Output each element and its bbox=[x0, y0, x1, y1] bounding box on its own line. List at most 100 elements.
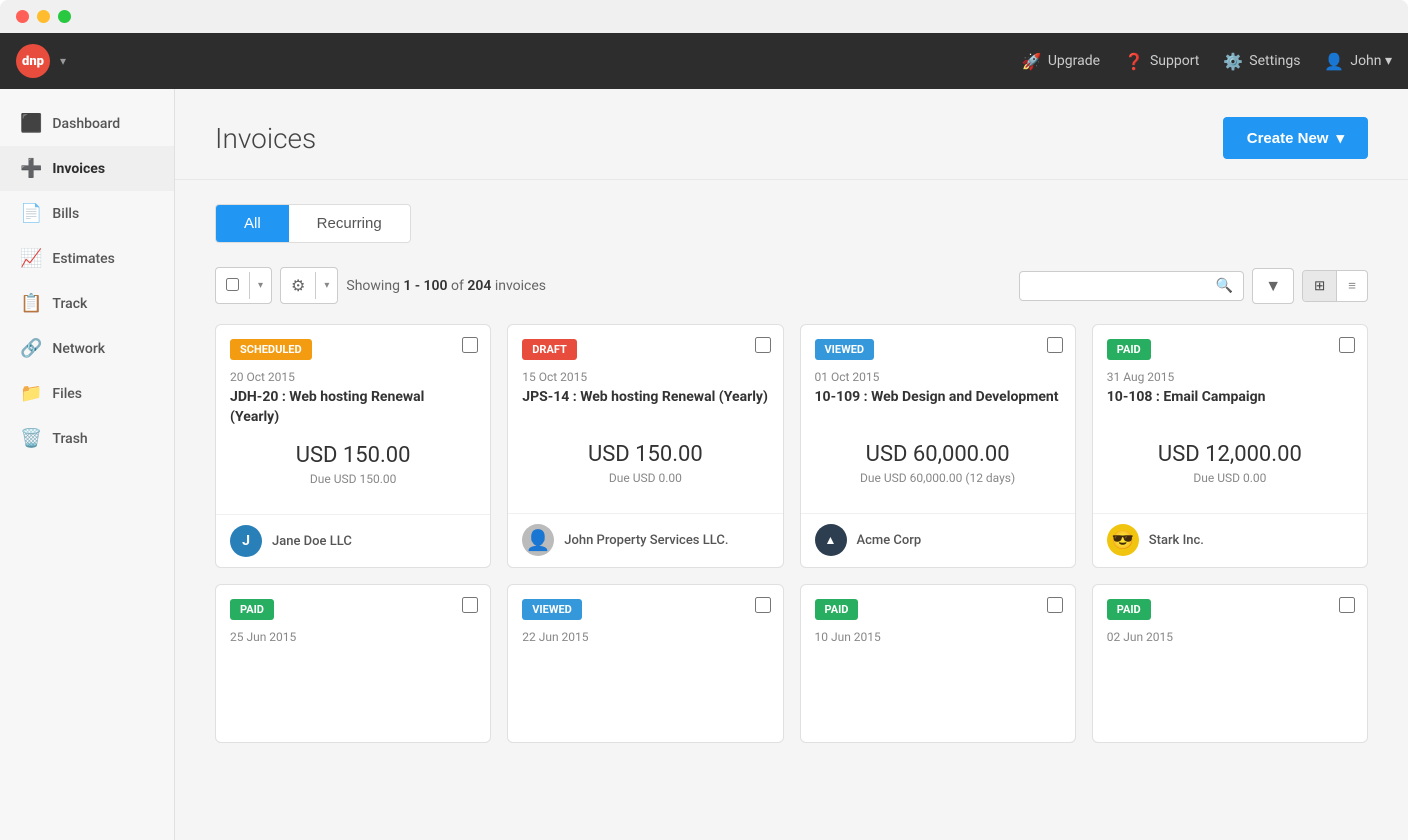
minimize-button[interactable] bbox=[37, 10, 50, 23]
avatar: 😎 bbox=[1107, 524, 1139, 556]
sidebar-label-track: Track bbox=[52, 296, 87, 312]
card-checkbox-wrapper bbox=[755, 337, 771, 357]
sidebar-item-invoices[interactable]: ➕ Invoices bbox=[0, 146, 174, 191]
client-name: Acme Corp bbox=[857, 533, 922, 548]
topbar: dnp ▾ 🚀 Upgrade ❓ Support ⚙️ Settings 👤 … bbox=[0, 33, 1408, 89]
card-checkbox-wrapper bbox=[755, 597, 771, 617]
list-view-button[interactable]: ≡ bbox=[1336, 271, 1367, 301]
status-badge: VIEWED bbox=[815, 339, 875, 360]
card-checkbox[interactable] bbox=[755, 597, 771, 613]
showing-of: of bbox=[451, 278, 467, 294]
settings-nav-item[interactable]: ⚙️ Settings bbox=[1223, 52, 1300, 71]
card-checkbox-wrapper bbox=[1047, 337, 1063, 357]
content-area: Invoices Create New ▾ All Recurring bbox=[175, 89, 1408, 840]
create-new-button[interactable]: Create New ▾ bbox=[1223, 117, 1368, 159]
maximize-button[interactable] bbox=[58, 10, 71, 23]
card-checkbox[interactable] bbox=[1339, 337, 1355, 353]
sidebar-item-dashboard[interactable]: ⬛ Dashboard bbox=[0, 101, 174, 146]
invoice-card[interactable]: SCHEDULED 20 Oct 2015 JDH-20 : Web hosti… bbox=[215, 324, 491, 568]
close-button[interactable] bbox=[16, 10, 29, 23]
card-checkbox-wrapper bbox=[462, 597, 478, 617]
card-title: JDH-20 : Web hosting Renewal (Yearly) bbox=[230, 388, 476, 427]
create-new-label: Create New bbox=[1247, 130, 1329, 147]
card-checkbox[interactable] bbox=[1047, 337, 1063, 353]
invoice-card[interactable]: VIEWED 01 Oct 2015 10-109 : Web Design a… bbox=[800, 324, 1076, 568]
status-badge: PAID bbox=[1107, 339, 1151, 360]
card-date: 10 Jun 2015 bbox=[815, 630, 1061, 644]
invoice-card[interactable]: PAID 02 Jun 2015 bbox=[1092, 584, 1368, 743]
card-amount: USD 150.00 bbox=[522, 442, 768, 467]
sidebar: ⬛ Dashboard ➕ Invoices 📄 Bills 📈 Estimat… bbox=[0, 89, 175, 840]
card-client: J Jane Doe LLC bbox=[216, 514, 490, 567]
sidebar-label-dashboard: Dashboard bbox=[52, 116, 120, 132]
search-box[interactable]: 🔍 bbox=[1019, 271, 1244, 301]
card-amount: USD 60,000.00 bbox=[815, 442, 1061, 467]
invoice-card[interactable]: PAID 10 Jun 2015 bbox=[800, 584, 1076, 743]
filter-button[interactable]: ▼ bbox=[1252, 268, 1294, 304]
invoice-card[interactable]: PAID 25 Jun 2015 bbox=[215, 584, 491, 743]
upgrade-label: Upgrade bbox=[1048, 53, 1100, 69]
gear-icon[interactable]: ⚙ bbox=[281, 268, 315, 303]
sidebar-item-track[interactable]: 📋 Track bbox=[0, 281, 174, 326]
showing-suffix: invoices bbox=[495, 278, 546, 294]
card-checkbox[interactable] bbox=[1339, 597, 1355, 613]
main-layout: ⬛ Dashboard ➕ Invoices 📄 Bills 📈 Estimat… bbox=[0, 89, 1408, 840]
sidebar-item-trash[interactable]: 🗑️ Trash bbox=[0, 416, 174, 461]
support-nav-item[interactable]: ❓ Support bbox=[1124, 52, 1199, 71]
card-due: Due USD 0.00 bbox=[522, 471, 768, 485]
sidebar-item-network[interactable]: 🔗 Network bbox=[0, 326, 174, 371]
window-chrome bbox=[0, 0, 1408, 33]
tab-all[interactable]: All bbox=[216, 205, 289, 242]
card-checkbox[interactable] bbox=[1047, 597, 1063, 613]
cards-grid: SCHEDULED 20 Oct 2015 JDH-20 : Web hosti… bbox=[215, 324, 1368, 743]
toolbar-row: ▾ ⚙ ▾ Showing 1 - 100 of 204 invoices bbox=[215, 267, 1368, 304]
toolbar-right: 🔍 ▼ ⊞ ≡ bbox=[1019, 268, 1368, 304]
select-all-checkbox[interactable] bbox=[216, 268, 249, 303]
content-body: All Recurring ▾ ⚙ ▾ bbox=[175, 180, 1408, 767]
card-checkbox[interactable] bbox=[462, 337, 478, 353]
sidebar-item-files[interactable]: 📁 Files bbox=[0, 371, 174, 416]
invoice-card[interactable]: PAID 31 Aug 2015 10-108 : Email Campaign… bbox=[1092, 324, 1368, 568]
invoice-card[interactable]: VIEWED 22 Jun 2015 bbox=[507, 584, 783, 743]
search-input[interactable] bbox=[1030, 278, 1210, 294]
status-badge: DRAFT bbox=[522, 339, 577, 360]
files-icon: 📁 bbox=[20, 383, 42, 404]
sidebar-item-bills[interactable]: 📄 Bills bbox=[0, 191, 174, 236]
card-body: 10 Jun 2015 bbox=[801, 620, 1075, 742]
client-name: Stark Inc. bbox=[1149, 533, 1204, 548]
card-checkbox-wrapper bbox=[1339, 597, 1355, 617]
upgrade-nav-item[interactable]: 🚀 Upgrade bbox=[1022, 52, 1100, 71]
invoices-icon: ➕ bbox=[20, 158, 42, 179]
showing-count: 204 bbox=[467, 278, 491, 294]
card-amount: USD 150.00 bbox=[230, 443, 476, 468]
sidebar-item-estimates[interactable]: 📈 Estimates bbox=[0, 236, 174, 281]
grid-view-button[interactable]: ⊞ bbox=[1303, 271, 1336, 301]
create-new-chevron-icon: ▾ bbox=[1336, 129, 1344, 147]
avatar: 👤 bbox=[522, 524, 554, 556]
card-checkbox[interactable] bbox=[755, 337, 771, 353]
invoice-card[interactable]: DRAFT 15 Oct 2015 JPS-14 : Web hosting R… bbox=[507, 324, 783, 568]
checkbox-dropdown-caret[interactable]: ▾ bbox=[249, 272, 271, 299]
checkbox-input[interactable] bbox=[226, 278, 239, 291]
tabs-row: All Recurring bbox=[215, 204, 411, 243]
track-icon: 📋 bbox=[20, 293, 42, 314]
logo[interactable]: dnp bbox=[16, 44, 50, 78]
card-body: 25 Jun 2015 bbox=[216, 620, 490, 742]
showing-text: Showing 1 - 100 of 204 invoices bbox=[346, 278, 546, 294]
page-title: Invoices bbox=[215, 122, 316, 155]
checkbox-dropdown[interactable]: ▾ bbox=[215, 267, 272, 304]
bulk-actions-dropdown[interactable]: ⚙ ▾ bbox=[280, 267, 338, 304]
card-checkbox-wrapper bbox=[1047, 597, 1063, 617]
toolbar-left: ▾ ⚙ ▾ Showing 1 - 100 of 204 invoices bbox=[215, 267, 546, 304]
content-header: Invoices Create New ▾ bbox=[175, 89, 1408, 180]
bills-icon: 📄 bbox=[20, 203, 42, 224]
tab-recurring[interactable]: Recurring bbox=[289, 205, 410, 242]
topbar-right: 🚀 Upgrade ❓ Support ⚙️ Settings 👤 John ▾ bbox=[1022, 52, 1392, 71]
user-nav-item[interactable]: 👤 John ▾ bbox=[1324, 52, 1392, 71]
card-title: JPS-14 : Web hosting Renewal (Yearly) bbox=[522, 388, 768, 426]
status-badge: PAID bbox=[1107, 599, 1151, 620]
search-icon: 🔍 bbox=[1216, 278, 1233, 294]
card-checkbox[interactable] bbox=[462, 597, 478, 613]
gear-dropdown-caret[interactable]: ▾ bbox=[315, 272, 337, 299]
settings-icon: ⚙️ bbox=[1223, 52, 1243, 71]
